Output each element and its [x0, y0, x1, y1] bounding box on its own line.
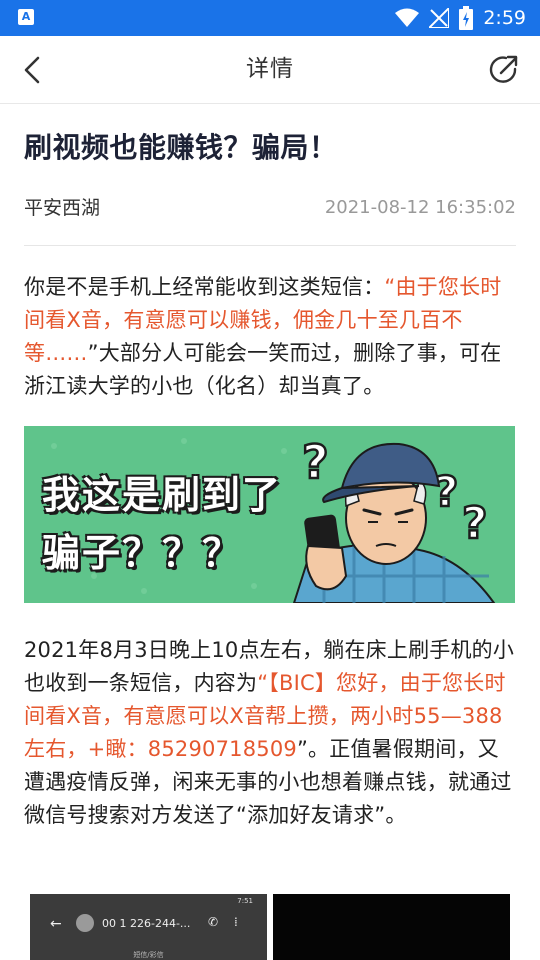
banner-caption-line-2: 骗子？？？	[42, 531, 243, 575]
article-paragraph-2: 2021年8月3日晚上10点左右，躺在床上刷手机的小也收到一条短信，内容为“【B…	[24, 634, 520, 832]
article-date: 2021-08-12 16:35:02	[324, 197, 516, 218]
phone-icon: ✆	[208, 915, 219, 929]
status-icons: 2:59	[395, 0, 526, 36]
top-nav-bar: 详情	[0, 36, 540, 104]
paragraph-text: ”大部分人可能会一笑而过，删除了事，可在浙江读大学的小也（化名）却当真了。	[24, 341, 502, 398]
back-button[interactable]	[14, 52, 50, 88]
avatar	[76, 914, 94, 932]
page-title: 详情	[246, 56, 294, 82]
article-meta: 平安西湖 2021-08-12 16:35:02	[24, 192, 516, 224]
wifi-icon	[395, 8, 420, 27]
share-icon	[489, 55, 518, 83]
svg-text:?: ?	[302, 435, 329, 489]
article-title: 刷视频也能赚钱？骗局！	[24, 131, 338, 164]
divider	[24, 245, 516, 246]
app-notification-icon: A	[18, 9, 34, 25]
screenshot-time: 7:51	[237, 897, 253, 905]
svg-text:?: ?	[434, 467, 458, 516]
article-banner-image: ? ? ? 我这是刷到了 骗子？？？	[24, 426, 515, 603]
screenshot-image-1: 7:51 ← 00 1 226-244-... ✆ ⁞ 短信/彩信	[30, 894, 267, 960]
screenshot-image-2	[273, 894, 510, 960]
screenshot-status-bar: 7:51	[30, 894, 267, 908]
banner-caption-line-1: 我这是刷到了	[42, 473, 283, 517]
screenshot-contact-row: ← 00 1 226-244-... ✆ ⁞	[30, 912, 267, 938]
screenshot-subtitle: 短信/彩信	[133, 951, 164, 959]
screenshot-phone-number: 00 1 226-244-...	[102, 917, 191, 930]
more-icon: ⁞	[234, 915, 238, 929]
status-bar: A 2:59	[0, 0, 540, 36]
battery-icon	[459, 6, 474, 30]
signal-icon	[429, 8, 450, 28]
svg-text:?: ?	[462, 498, 488, 549]
paragraph-text: 你是不是手机上经常能收到这类短信：	[24, 275, 385, 299]
article-source: 平安西湖	[24, 197, 101, 219]
chevron-left-icon	[24, 56, 40, 84]
status-time: 2:59	[483, 7, 526, 29]
arrow-left-icon: ←	[50, 916, 62, 932]
share-button[interactable]	[486, 52, 522, 88]
article-paragraph-1: 你是不是手机上经常能收到这类短信：“由于您长时间看X音，有意愿可以赚钱，佣金几十…	[24, 271, 520, 403]
